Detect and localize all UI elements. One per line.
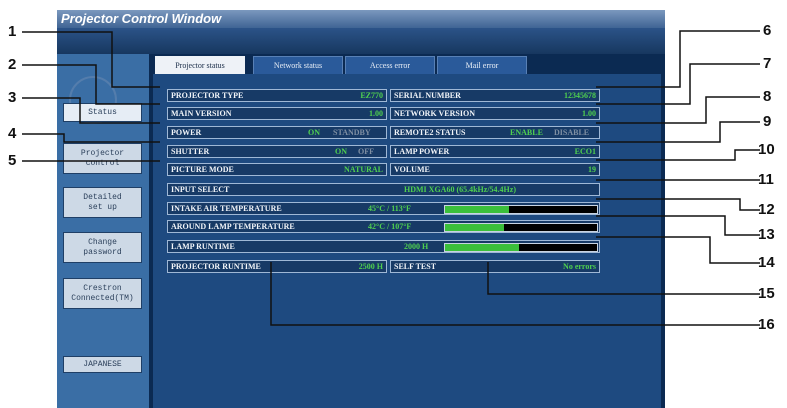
callout-3: 3 bbox=[8, 89, 17, 106]
callout-line-8 bbox=[596, 96, 760, 124]
callout-13: 13 bbox=[758, 226, 775, 243]
callout-8: 8 bbox=[763, 88, 772, 105]
callout-11: 11 bbox=[758, 171, 774, 188]
callout-2: 2 bbox=[8, 56, 17, 73]
callout-9: 9 bbox=[763, 113, 772, 130]
callout-14: 14 bbox=[758, 254, 775, 271]
callout-10: 10 bbox=[758, 141, 775, 158]
callout-leader-lines bbox=[22, 30, 760, 326]
callout-line-15 bbox=[487, 262, 760, 295]
callout-line-7 bbox=[596, 63, 760, 105]
callout-line-1 bbox=[22, 31, 160, 88]
callout-line-10 bbox=[596, 149, 760, 161]
callout-4: 4 bbox=[8, 125, 17, 142]
callout-line-9 bbox=[596, 121, 760, 143]
callout-line-4 bbox=[22, 133, 160, 143]
callout-line-6 bbox=[596, 30, 760, 88]
callout-line-12 bbox=[596, 198, 760, 211]
callout-line-14 bbox=[596, 236, 760, 264]
callout-line-3 bbox=[22, 97, 160, 124]
callout-1: 1 bbox=[8, 23, 17, 40]
callout-12: 12 bbox=[758, 201, 775, 218]
callout-5: 5 bbox=[8, 152, 17, 169]
callout-16: 16 bbox=[758, 316, 775, 333]
callout-6: 6 bbox=[763, 22, 772, 39]
callout-line-13 bbox=[596, 215, 760, 236]
callout-7: 7 bbox=[763, 55, 772, 72]
callout-15: 15 bbox=[758, 285, 775, 302]
